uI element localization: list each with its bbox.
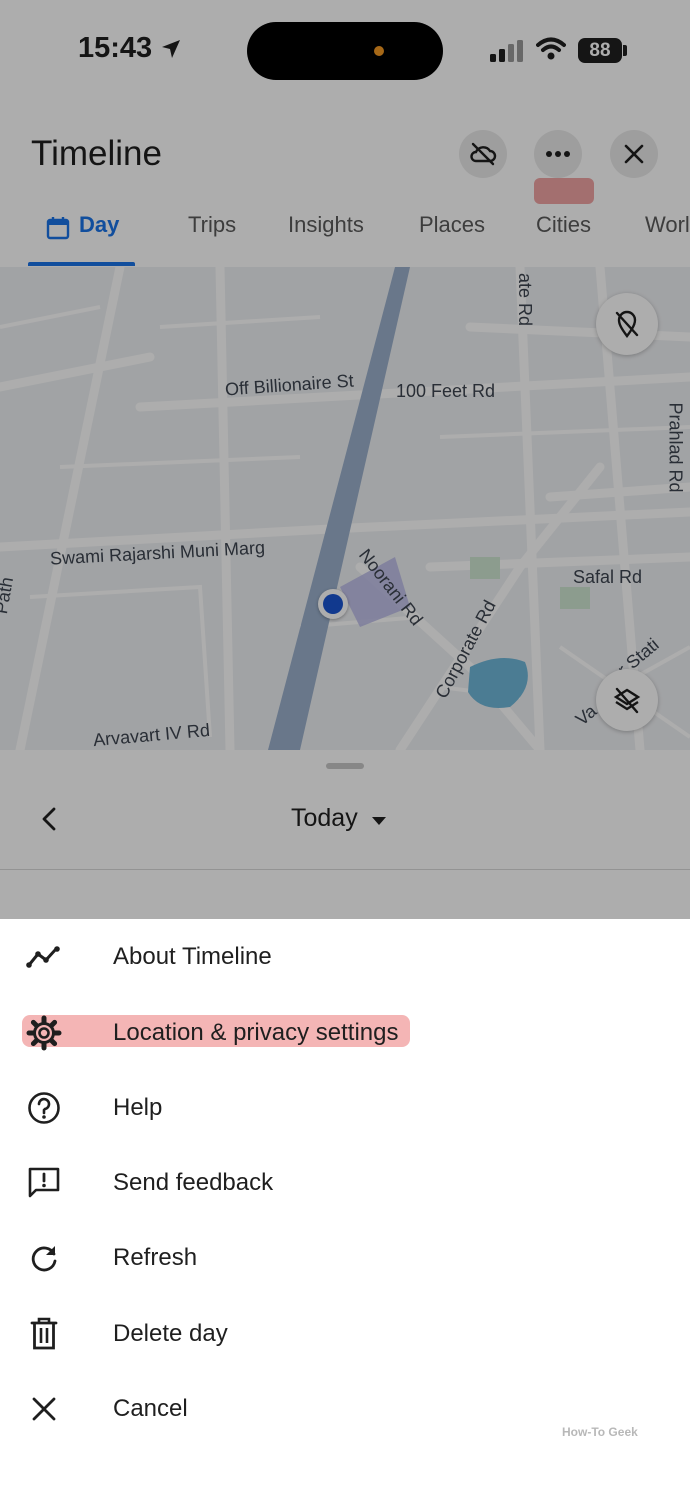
menu-item-delete-day[interactable]: Delete day — [0, 1296, 690, 1371]
menu-label: Help — [113, 1094, 163, 1121]
menu-item-location-privacy-settings[interactable]: Location & privacy settings — [0, 995, 690, 1070]
menu-item-send-feedback[interactable]: Send feedback — [0, 1145, 690, 1220]
help-icon — [24, 1090, 64, 1126]
modal-scrim[interactable] — [0, 0, 690, 919]
menu-label: About Timeline — [113, 943, 272, 970]
menu-label: Refresh — [113, 1244, 198, 1271]
menu-item-refresh[interactable]: Refresh — [0, 1220, 690, 1295]
timeline-icon — [24, 939, 64, 975]
refresh-icon — [24, 1240, 64, 1276]
options-menu: About Timeline Location & privacy settin… — [0, 919, 690, 1500]
menu-label: Send feedback — [113, 1169, 274, 1196]
menu-label: Cancel — [113, 1395, 188, 1422]
trash-icon — [24, 1316, 64, 1352]
watermark: How-To Geek — [562, 1425, 638, 1439]
menu-item-about-timeline[interactable]: About Timeline — [0, 919, 690, 994]
menu-item-help[interactable]: Help — [0, 1070, 690, 1145]
feedback-icon — [24, 1165, 64, 1201]
gear-icon — [24, 1015, 64, 1051]
menu-label: Delete day — [113, 1320, 228, 1347]
menu-label: Location & privacy settings — [113, 1019, 399, 1046]
close-icon — [24, 1391, 64, 1427]
